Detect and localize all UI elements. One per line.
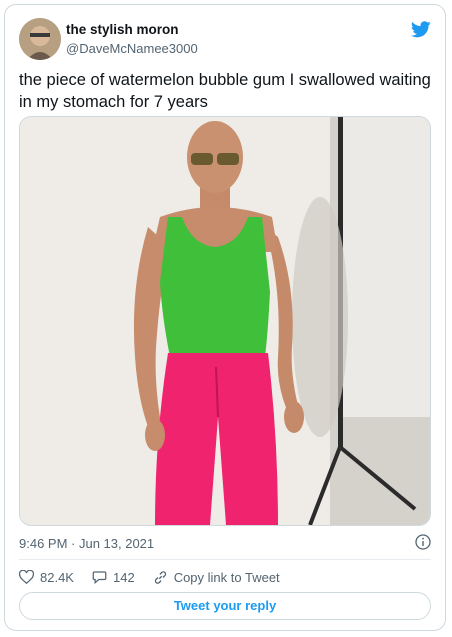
- tweet-timestamp[interactable]: 9:46 PM · Jun 13, 2021: [19, 536, 154, 551]
- avatar[interactable]: [19, 18, 61, 60]
- tweet-actions: 82.4K 142 Copy link to Tweet: [19, 567, 298, 587]
- reply-action[interactable]: 142: [92, 570, 135, 585]
- user-handle[interactable]: @DaveMcNamee3000: [66, 41, 198, 56]
- heart-icon: [19, 570, 34, 584]
- link-icon: [154, 570, 166, 584]
- like-count: 82.4K: [40, 569, 74, 585]
- display-name[interactable]: the stylish moron: [66, 22, 179, 37]
- tweet-photo[interactable]: [19, 116, 431, 526]
- tweet-text: the piece of watermelon bubble gum I swa…: [19, 71, 431, 111]
- reply-count: 142: [112, 569, 135, 585]
- divider: [19, 559, 431, 560]
- tweet-your-reply-button[interactable]: Tweet your reply: [19, 592, 431, 620]
- copy-link-button[interactable]: Copy link to Tweet: [153, 570, 280, 585]
- tweet-card: the stylish moron @DaveMcNamee3000 the p…: [4, 4, 446, 631]
- like-button[interactable]: 82.4K: [19, 570, 74, 585]
- reply-bubble-icon: [92, 571, 107, 584]
- info-icon[interactable]: [415, 534, 431, 550]
- copy-link-label: Copy link to Tweet: [173, 569, 280, 585]
- twitter-bird-icon[interactable]: [410, 21, 431, 38]
